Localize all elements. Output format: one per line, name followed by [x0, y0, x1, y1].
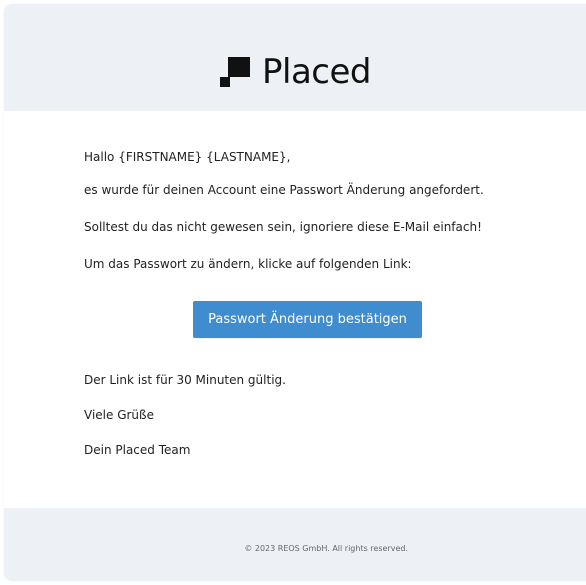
request-text: es wurde für deinen Account eine Passwor…: [84, 183, 484, 197]
email-card: Placed Hallo {FIRSTNAME} {LASTNAME}, es …: [4, 4, 586, 581]
placed-logo-icon: [220, 57, 250, 87]
validity-text: Der Link ist für 30 Minuten gültig.: [84, 373, 286, 387]
closing-text: Viele Grüße: [84, 408, 154, 422]
copyright-text: © 2023 REOS GmbH. All rights reserved.: [244, 544, 408, 553]
ignore-text: Solltest du das nicht gewesen sein, igno…: [84, 220, 482, 234]
brand-name: Placed: [262, 52, 371, 92]
instruction-text: Um das Passwort zu ändern, klicke auf fo…: [84, 257, 412, 271]
greeting-text: Hallo {FIRSTNAME} {LASTNAME},: [84, 150, 291, 164]
brand: Placed: [220, 50, 371, 94]
confirm-password-change-button[interactable]: Passwort Änderung bestätigen: [193, 301, 422, 338]
signature-text: Dein Placed Team: [84, 443, 191, 457]
email-header: Placed: [4, 4, 586, 111]
email-footer: © 2023 REOS GmbH. All rights reserved.: [4, 508, 586, 581]
